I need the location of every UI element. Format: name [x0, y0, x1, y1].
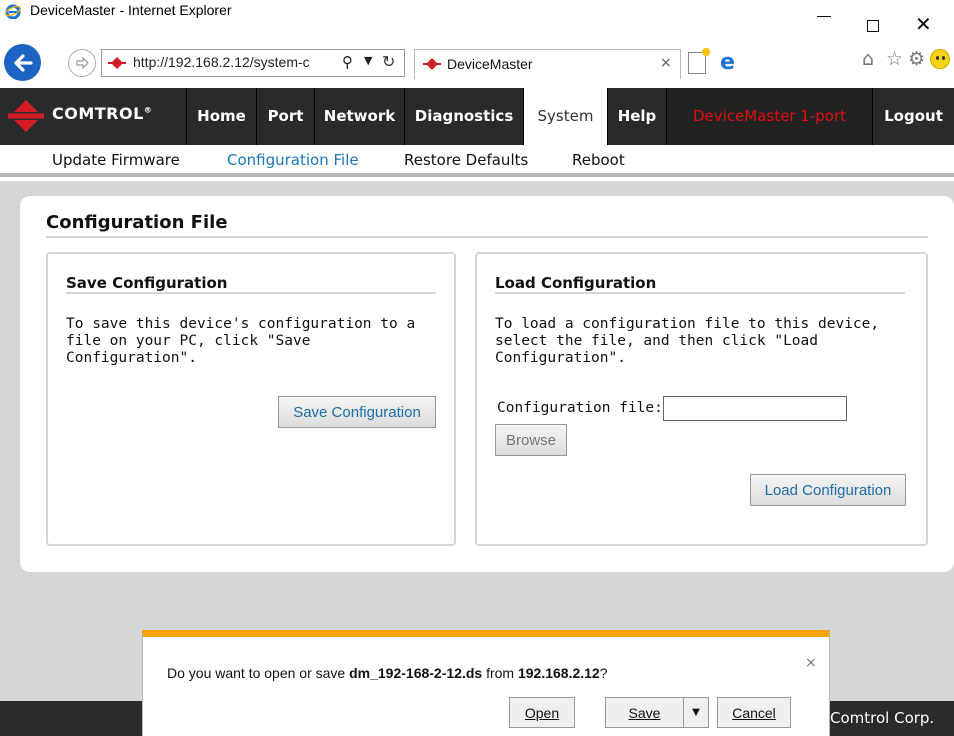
subnav-configuration-file[interactable]: Configuration File	[227, 151, 359, 169]
save-configuration-button[interactable]: Save Configuration	[278, 396, 436, 428]
nav-system[interactable]: System	[523, 88, 607, 145]
close-window-button[interactable]: ✕	[915, 12, 932, 36]
minimize-button[interactable]	[817, 16, 831, 17]
tab-devicemaster[interactable]: DeviceMaster ×	[414, 49, 681, 79]
favorites-icon[interactable]: ☆	[886, 48, 903, 70]
nav-network[interactable]: Network	[314, 88, 404, 145]
home-icon[interactable]: ⌂	[862, 48, 874, 70]
comtrol-logo[interactable]: COMTROL®	[8, 98, 182, 133]
refresh-icon[interactable]: ↻	[382, 52, 395, 71]
url-text[interactable]: http://192.168.2.12/system-c	[133, 54, 333, 70]
nav-home[interactable]: Home	[186, 88, 256, 145]
download-cancel-button[interactable]: Cancel	[717, 697, 791, 728]
download-filename: dm_192-168-2-12.ds	[349, 665, 483, 681]
smiley-icon[interactable]	[930, 49, 950, 69]
subnav-update-firmware[interactable]: Update Firmware	[52, 151, 180, 169]
nav-diagnostics[interactable]: Diagnostics	[404, 88, 523, 145]
footer-copyright: Comtrol Corp.	[830, 709, 935, 727]
download-open-button[interactable]: Open	[509, 697, 575, 728]
maximize-button[interactable]	[867, 20, 879, 32]
config-file-label: Configuration file:	[497, 400, 663, 416]
download-notification-bar: Do you want to open or save dm_192-168-2…	[142, 630, 830, 736]
device-name: DeviceMaster 1-port	[666, 88, 872, 145]
settings-icon[interactable]: ⚙	[908, 48, 925, 70]
subnav-restore-defaults[interactable]: Restore Defaults	[404, 151, 528, 169]
nav-help[interactable]: Help	[607, 88, 666, 145]
tab-title: DeviceMaster	[447, 56, 533, 72]
edge-icon[interactable]: e	[720, 50, 735, 75]
window-title: DeviceMaster - Internet Explorer	[30, 2, 232, 18]
save-options-dropdown-icon[interactable]: ▼	[683, 697, 709, 728]
page-title: Configuration File	[46, 212, 228, 233]
back-button[interactable]	[4, 44, 41, 81]
comtrol-favicon-icon	[423, 58, 441, 70]
forward-button[interactable]	[68, 49, 96, 77]
title-divider	[46, 236, 928, 238]
browse-button[interactable]: Browse	[495, 424, 567, 456]
save-config-section: Save Configuration To save this device's…	[46, 252, 456, 546]
main-nav: COMTROL® Home Port Network Diagnostics S…	[0, 88, 954, 145]
address-dropdown-icon[interactable]: ▼	[364, 54, 372, 67]
window-titlebar: DeviceMaster - Internet Explorer ✕	[0, 0, 954, 40]
load-config-section: Load Configuration To load a configurati…	[475, 252, 928, 546]
comtrol-favicon-icon	[108, 57, 126, 69]
new-tab-icon[interactable]	[688, 48, 710, 74]
save-config-description: To save this device's configuration to a…	[66, 316, 416, 366]
brand-text: COMTROL®	[52, 104, 153, 123]
load-config-heading: Load Configuration	[495, 274, 657, 292]
download-host: 192.168.2.12	[517, 665, 600, 681]
comtrol-logo-icon	[8, 100, 44, 132]
download-message: Do you want to open or save dm_192-168-2…	[167, 665, 608, 681]
back-icon	[13, 53, 33, 72]
ie-icon	[5, 4, 21, 19]
subnav-reboot[interactable]: Reboot	[572, 151, 625, 169]
address-bar[interactable]: http://192.168.2.12/system-c ⚲ ▼ ↻	[101, 49, 405, 77]
load-config-description: To load a configuration file to this dev…	[495, 316, 880, 366]
save-config-heading: Save Configuration	[66, 274, 228, 292]
download-save-button[interactable]: Save	[605, 697, 684, 728]
nav-port[interactable]: Port	[256, 88, 314, 145]
browser-toolbar: http://192.168.2.12/system-c ⚲ ▼ ↻ Devic…	[0, 40, 954, 84]
search-icon[interactable]: ⚲	[342, 53, 353, 71]
load-configuration-button[interactable]: Load Configuration	[750, 474, 906, 506]
forward-icon	[76, 56, 89, 70]
sub-nav: Update Firmware Configuration File Resto…	[0, 145, 954, 177]
save-heading-divider	[66, 292, 436, 294]
logout-link[interactable]: Logout	[872, 88, 954, 145]
download-close-icon[interactable]: ×	[805, 655, 817, 671]
config-file-input[interactable]	[663, 396, 847, 421]
tab-close-icon[interactable]: ×	[660, 55, 672, 71]
load-heading-divider	[495, 292, 905, 294]
